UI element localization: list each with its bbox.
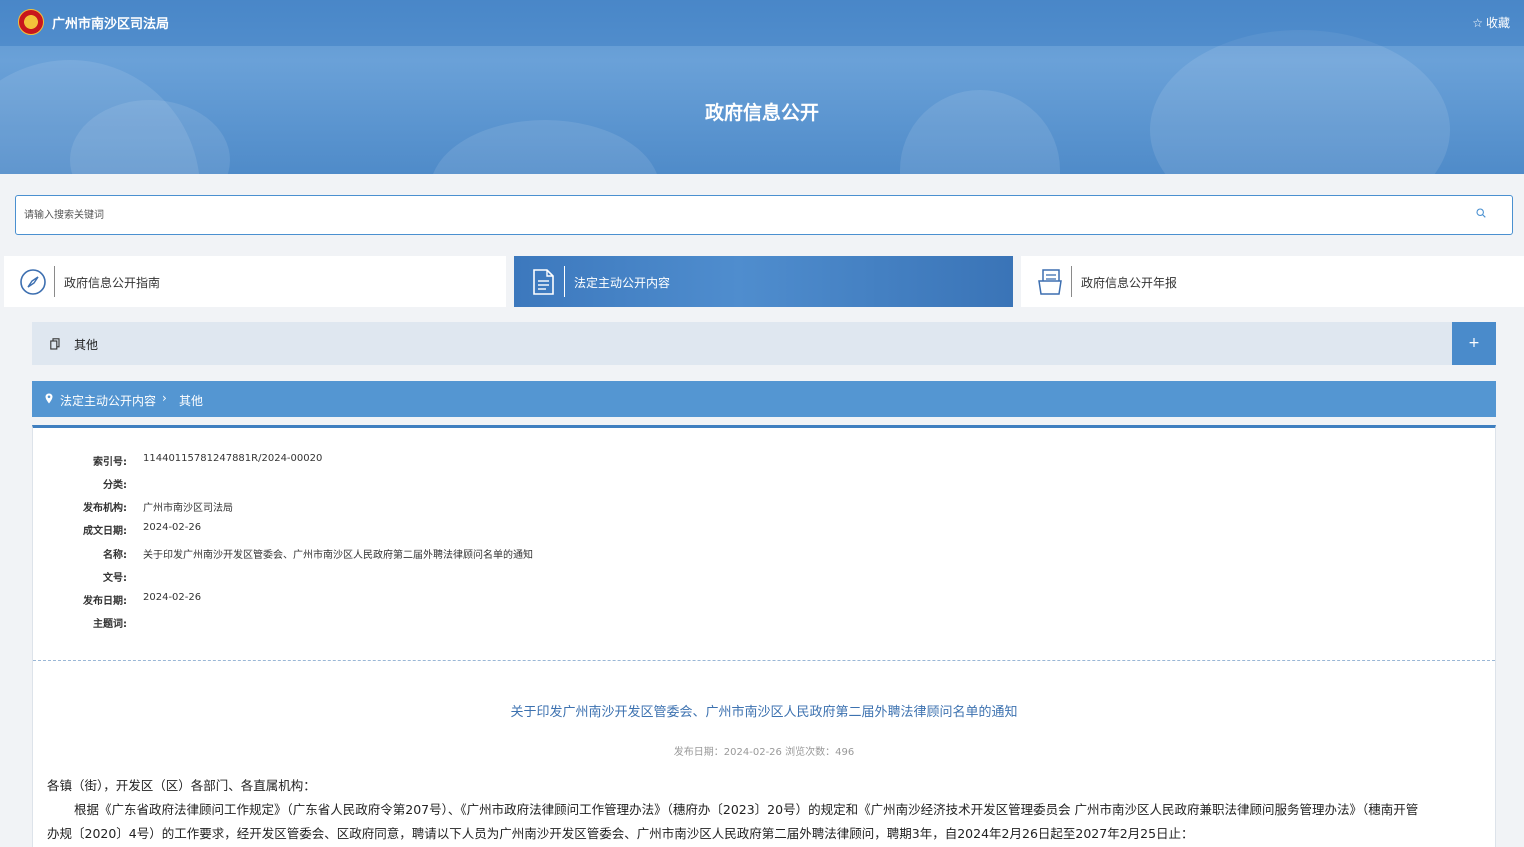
document-salutation: 各镇（街），开发区（区）各部门、各直属机构： (47, 778, 316, 793)
meta-key: 成文日期: (83, 526, 127, 537)
search-input[interactable] (24, 204, 1464, 226)
document-title: 关于印发广州南沙开发区管委会、广州市南沙区人民政府第二届外聘法律顾问名单的通知 (510, 705, 1018, 720)
meta-key: 分类: (103, 480, 127, 491)
search-icon[interactable] (1476, 208, 1486, 218)
document-card: 索引号: 11440115781247881R/2024-00020 分类: 发… (32, 425, 1496, 847)
tab-annual-report[interactable]: 政府信息公开年报 (1021, 256, 1524, 307)
meta-key: 文号: (103, 573, 127, 584)
favorite-label: 收藏 (1485, 16, 1510, 30)
meta-key: 索引号: (93, 457, 127, 468)
breadcrumb-root[interactable]: 法定主动公开内容 (60, 392, 156, 409)
document-paragraph: 办规〔2020〕4号）的工作要求，经开发区管委会、区政府同意，聘请以下人员为广州… (47, 826, 1194, 841)
expand-button[interactable]: + (1452, 322, 1496, 365)
tab-statutory-content[interactable]: 法定主动公开内容 (514, 256, 1013, 307)
tab-divider (564, 266, 565, 297)
copy-icon (50, 338, 60, 350)
dashed-divider (33, 660, 1495, 661)
meta-value: 关于印发广州南沙开发区管委会、广州市南沙区人民政府第二届外聘法律顾问名单的通知 (143, 550, 533, 561)
meta-value: 11440115781247881R/2024-00020 (143, 453, 323, 464)
compass-icon (20, 269, 46, 295)
meta-key: 发布机构: (83, 503, 127, 514)
star-icon: ☆ (1472, 16, 1483, 30)
document-paragraph: 根据《广东省政府法律顾问工作规定》（广东省人民政府令第207号）、《广州市政府法… (74, 802, 1419, 817)
location-pin-icon (45, 393, 53, 404)
meta-value: 2024-02-26 (143, 592, 202, 603)
tab-disclosure-guide[interactable]: 政府信息公开指南 (4, 256, 506, 307)
tab-divider (1071, 266, 1072, 297)
category-label: 其他 (74, 338, 99, 352)
header-banner: 广州市南沙区司法局 ☆ 收藏 政府信息公开 (0, 0, 1524, 174)
meta-value: 2024-02-26 (143, 522, 202, 533)
tab-label: 政府信息公开年报 (1081, 276, 1178, 290)
category-bar: 其他 + (32, 322, 1496, 365)
page-title: 政府信息公开 (704, 102, 819, 124)
tab-divider (54, 266, 55, 297)
breadcrumb-current[interactable]: 其他 (179, 392, 203, 409)
national-emblem-icon (18, 9, 44, 35)
chevron-right-icon: › (162, 391, 167, 405)
document-publish-info: 发布日期：2024-02-26 浏览次数：496 (673, 747, 855, 758)
meta-key: 名称: (103, 550, 127, 561)
site-name[interactable]: 广州市南沙区司法局 (52, 13, 169, 32)
meta-key: 发布日期: (83, 596, 127, 607)
breadcrumb: 法定主动公开内容 › 其他 (32, 381, 1496, 417)
top-bar (0, 0, 1524, 46)
meta-value: 广州市南沙区司法局 (143, 503, 233, 514)
search-box (15, 195, 1513, 235)
favorite-button[interactable]: ☆ 收藏 (1472, 14, 1510, 31)
tab-label: 法定主动公开内容 (574, 276, 671, 290)
tab-label: 政府信息公开指南 (64, 276, 161, 290)
report-icon (1038, 269, 1062, 295)
meta-key: 主题词: (93, 619, 127, 630)
document-icon (533, 269, 554, 295)
